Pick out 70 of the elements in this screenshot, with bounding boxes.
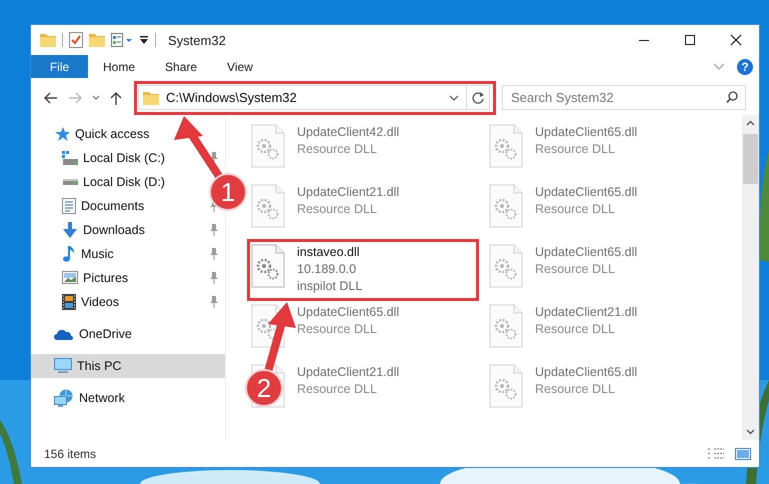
star-icon (54, 126, 70, 142)
nav-item[interactable]: Downloads (83, 223, 145, 237)
up-arrow-icon[interactable] (110, 90, 122, 104)
file-detail: Resource DLL (535, 321, 616, 338)
file-name[interactable]: UpdateClient42.dll (297, 124, 400, 141)
file-detail: Resource DLL (297, 201, 378, 218)
file-name[interactable]: instaveo.dll (297, 244, 362, 261)
nav-item[interactable]: This PC (31, 354, 225, 378)
nav-item[interactable]: Documents (81, 199, 144, 213)
nav-item[interactable]: Local Disk (C:) (83, 151, 165, 165)
file-name[interactable]: UpdateClient21.dll (535, 304, 638, 321)
close-icon (730, 34, 742, 46)
download-icon (62, 222, 78, 238)
ribbon-tab[interactable]: Share (150, 55, 212, 78)
file-detail: 10.189.0.0 (297, 261, 358, 278)
file-detail: Resource DLL (297, 381, 378, 398)
cloud-icon (54, 328, 74, 340)
search-field[interactable]: Search System32 (502, 85, 746, 110)
monitor-icon (54, 358, 72, 374)
file-name[interactable]: UpdateClient65.dll (297, 304, 400, 321)
folder-icon (143, 90, 159, 104)
refresh-icon[interactable] (472, 92, 484, 104)
file-name[interactable]: UpdateClient65.dll (535, 244, 638, 261)
nav-item[interactable]: Music (81, 247, 114, 261)
nav-item[interactable]: Videos (81, 295, 119, 309)
folder-icon (40, 33, 56, 47)
back-arrow-icon[interactable] (44, 92, 58, 104)
drive-icon (62, 151, 78, 165)
file-name[interactable]: UpdateClient65.dll (535, 124, 638, 141)
nav-item[interactable]: Network (31, 386, 225, 410)
film-icon (62, 294, 76, 310)
dropdown-caret-icon[interactable] (449, 94, 459, 100)
file-detail: Resource DLL (297, 141, 378, 158)
ribbon-tab[interactable]: Home (88, 55, 150, 78)
properties-icon[interactable] (111, 33, 133, 47)
address-field[interactable]: C:\Windows\System32 (138, 85, 490, 110)
file-detail: inspilot DLL (297, 278, 362, 295)
file-detail: Resource DLL (535, 381, 616, 398)
nav-item[interactable]: Pictures (83, 271, 128, 285)
search-icon[interactable] (726, 91, 738, 103)
details-view-icon[interactable] (707, 448, 725, 460)
file-name[interactable]: UpdateClient21.dll (297, 184, 400, 201)
nav-item[interactable]: Quick access (31, 122, 225, 146)
palm-leaf-drawing (0, 420, 22, 484)
ribbon-tab[interactable]: View (212, 55, 268, 78)
file-detail: Resource DLL (297, 321, 378, 338)
expand-ribbon-icon[interactable] (713, 62, 725, 70)
folder-icon (89, 33, 105, 47)
maximize-icon (684, 34, 696, 46)
help-button[interactable]: ? (737, 58, 753, 74)
file-name[interactable]: UpdateClient65.dll (535, 364, 638, 381)
file-detail: Resource DLL (535, 141, 616, 158)
customize-caret-icon[interactable] (139, 35, 149, 45)
scrollbar-thumb[interactable] (743, 134, 758, 184)
picture-icon (62, 271, 78, 285)
window-title: System32 (168, 32, 226, 48)
document-icon (62, 198, 76, 214)
nav-item[interactable]: Local Disk (D:) (83, 175, 165, 189)
recent-caret-icon[interactable] (92, 94, 100, 100)
nav-item[interactable]: OneDrive (31, 322, 225, 346)
file-detail: Resource DLL (535, 201, 616, 218)
music-note-icon (62, 246, 76, 262)
drive-icon (62, 179, 78, 185)
file-name[interactable]: UpdateClient65.dll (535, 184, 638, 201)
file-detail: Resource DLL (535, 261, 616, 278)
large-icons-view-icon[interactable] (735, 448, 751, 460)
checklist-icon[interactable] (69, 32, 83, 48)
file-name[interactable]: UpdateClient21.dll (297, 364, 400, 381)
item-count: 156 items (44, 446, 96, 460)
network-icon (54, 389, 74, 407)
